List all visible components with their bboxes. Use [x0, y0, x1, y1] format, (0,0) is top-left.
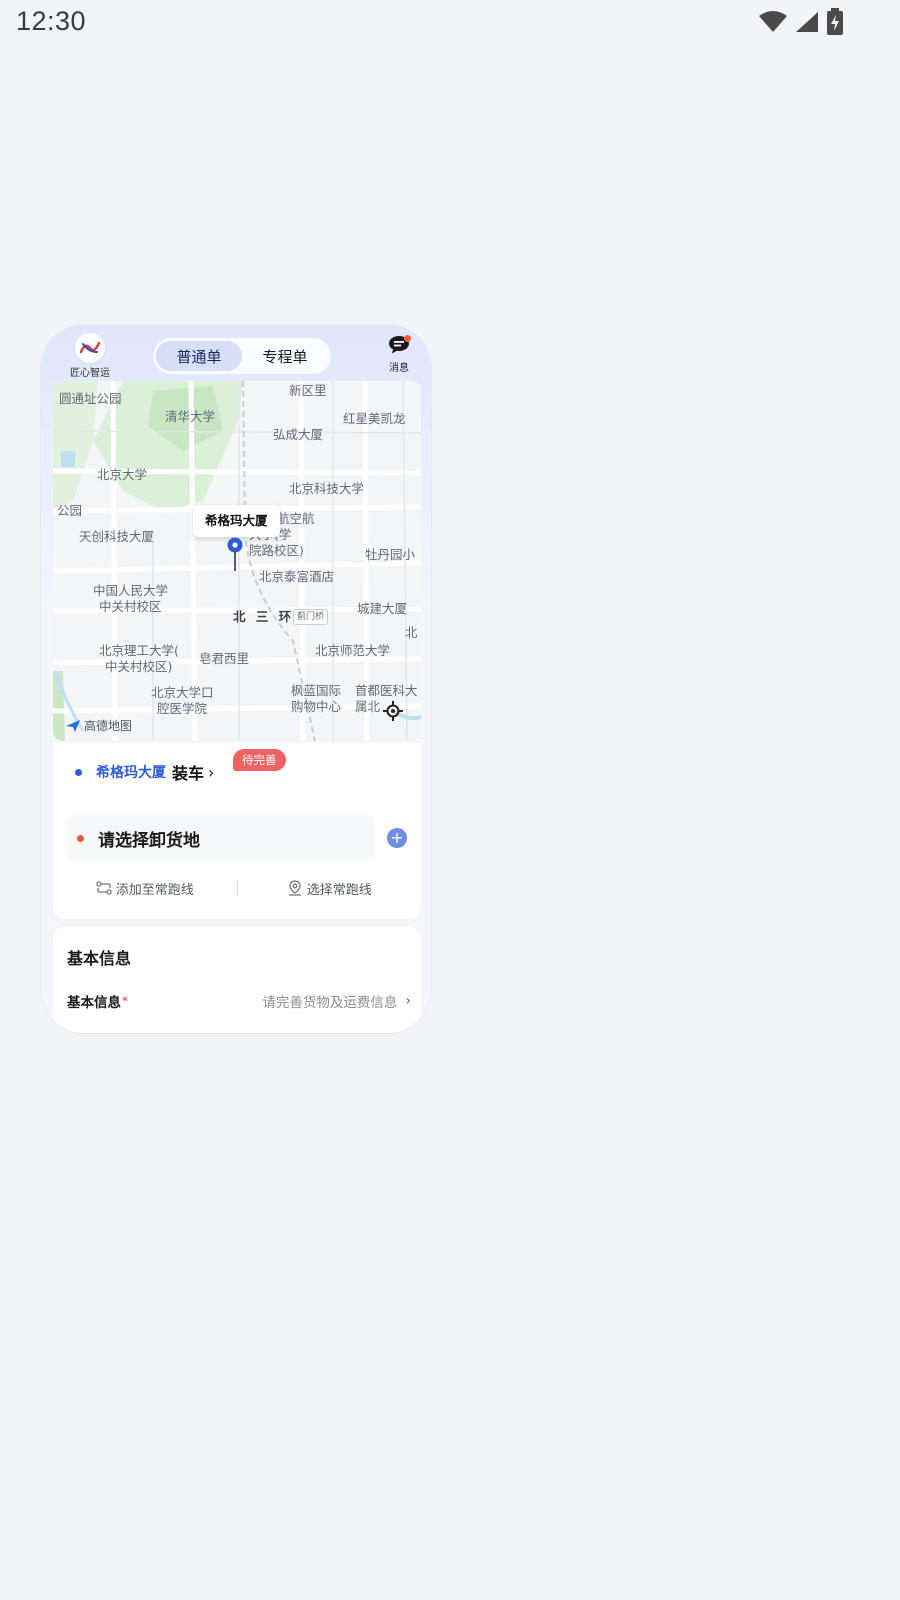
map-label: 牡丹园小 [365, 547, 416, 562]
map-label: 购物中心 [291, 699, 342, 714]
map-attribution: 高德地图 [65, 717, 132, 734]
map-label: 中关村校区) [105, 659, 173, 674]
add-to-route-button[interactable]: 添加至常跑线 [53, 879, 237, 898]
unloading-address-selector[interactable]: 请选择卸货地 [67, 815, 375, 861]
tab-normal-order[interactable]: 普通单 [156, 341, 242, 371]
location-pin-icon [227, 537, 243, 571]
status-icons [758, 8, 844, 36]
required-mark: * [122, 994, 128, 1008]
messages-label: 消息 [389, 363, 409, 374]
map-label: 首都医科大 [355, 683, 418, 698]
signal-icon [796, 12, 818, 32]
map-label: 天创科技大厦 [79, 529, 155, 544]
map-label: 北京大学口 [151, 685, 214, 700]
chevron-right-icon: › [405, 993, 411, 1009]
map-label: 圆通址公园 [59, 391, 122, 406]
map-label: 属北 [355, 699, 381, 714]
logo-mark-icon [75, 333, 105, 363]
map-view[interactable]: 圆通址公园 清华大学 弘成大厦 红星美凯龙 北京大学 北京科技大学 公园 天创科… [53, 381, 421, 741]
map-label: 腔医学院 [157, 701, 208, 716]
wifi-icon [759, 11, 787, 32]
order-type-switch: 普通单 专程单 [153, 338, 331, 374]
my-location-icon[interactable] [383, 701, 403, 721]
route-actions: 添加至常跑线 选择常跑线 [53, 873, 421, 903]
basic-info-panel: 基本信息 基本信息 * 请完善货物及运费信息 › [53, 927, 421, 1033]
add-unloading-button[interactable]: + [387, 828, 407, 848]
location-callout: 希格玛大厦 [193, 505, 280, 537]
choose-route-button[interactable]: 选择常跑线 [238, 879, 422, 898]
unloading-placeholder: 请选择卸货地 [98, 830, 200, 851]
add-to-route-label: 添加至常跑线 [115, 882, 194, 898]
status-bar: 12:30 [0, 0, 900, 46]
unloading-dot [77, 834, 84, 842]
loading-action-label: 装车 [172, 764, 205, 783]
logo-text: 匠心智运 [70, 368, 110, 379]
map-label: 院路校区) [249, 543, 304, 558]
map-label: 中关村校区 [99, 599, 162, 614]
map-label: 北 三 环 [233, 609, 295, 624]
choose-route-label: 选择常跑线 [306, 882, 372, 898]
status-time: 12:30 [16, 6, 87, 36]
map-label: 北 [405, 625, 418, 640]
route-swap-icon [96, 881, 112, 895]
app-header: 匠心智运 普通单 专程单 消息 [41, 325, 431, 385]
map-label: 北京大学 [97, 467, 148, 482]
map-label: 枫蓝国际 [291, 683, 342, 698]
map-label: 航空航 [277, 511, 315, 526]
map-label: 弘成大厦 [273, 427, 324, 442]
map-label: 新区里 [289, 383, 327, 398]
chevron-right-icon: › [208, 762, 215, 782]
map-label: 清华大学 [165, 409, 216, 424]
app-screen: 匠心智运 普通单 专程单 消息 圆通址公园 清华大学 弘成大厦 红星美凯龙 北京… [40, 324, 432, 1034]
loading-dot [75, 768, 82, 776]
route-panel: 希格玛大厦 装车 › 待完善 请选择卸货地 + 添加至常跑线 选择常跑线 [53, 743, 421, 919]
basic-info-value: 请完善货物及运费信息 [262, 995, 398, 1011]
map-road-tag: 蓟门桥 [293, 609, 329, 625]
basic-info-row[interactable]: 基本信息 * 请完善货物及运费信息 › [67, 989, 411, 1013]
map-label: 北京泰富酒店 [259, 569, 335, 584]
loading-place-name: 希格玛大厦 [96, 765, 166, 781]
map-label: 公园 [57, 503, 83, 518]
map-label: 红星美凯龙 [343, 411, 406, 426]
loading-address[interactable]: 希格玛大厦 装车 › [75, 757, 214, 787]
map-label: 中国人民大学 [93, 583, 169, 598]
basic-info-label: 基本信息 [67, 995, 121, 1011]
location-marker-icon [288, 880, 301, 896]
map-label: 北京师范大学 [315, 643, 391, 658]
map-label: 城建大厦 [357, 601, 408, 616]
status-badge: 待完善 [233, 749, 286, 771]
messages-button[interactable]: 消息 [385, 335, 413, 374]
gaode-logo-icon [66, 719, 80, 732]
unread-dot [404, 335, 411, 342]
map-label: 北京理工大学( [99, 643, 179, 658]
map-label: 皂君西里 [199, 651, 250, 666]
tab-dedicated-order[interactable]: 专程单 [242, 341, 328, 371]
basic-info-title: 基本信息 [67, 949, 132, 968]
map-attribution-text: 高德地图 [84, 719, 133, 733]
map-label: 北京科技大学 [289, 481, 365, 496]
battery-charging-icon [827, 8, 843, 35]
app-logo: 匠心智运 [61, 333, 119, 379]
